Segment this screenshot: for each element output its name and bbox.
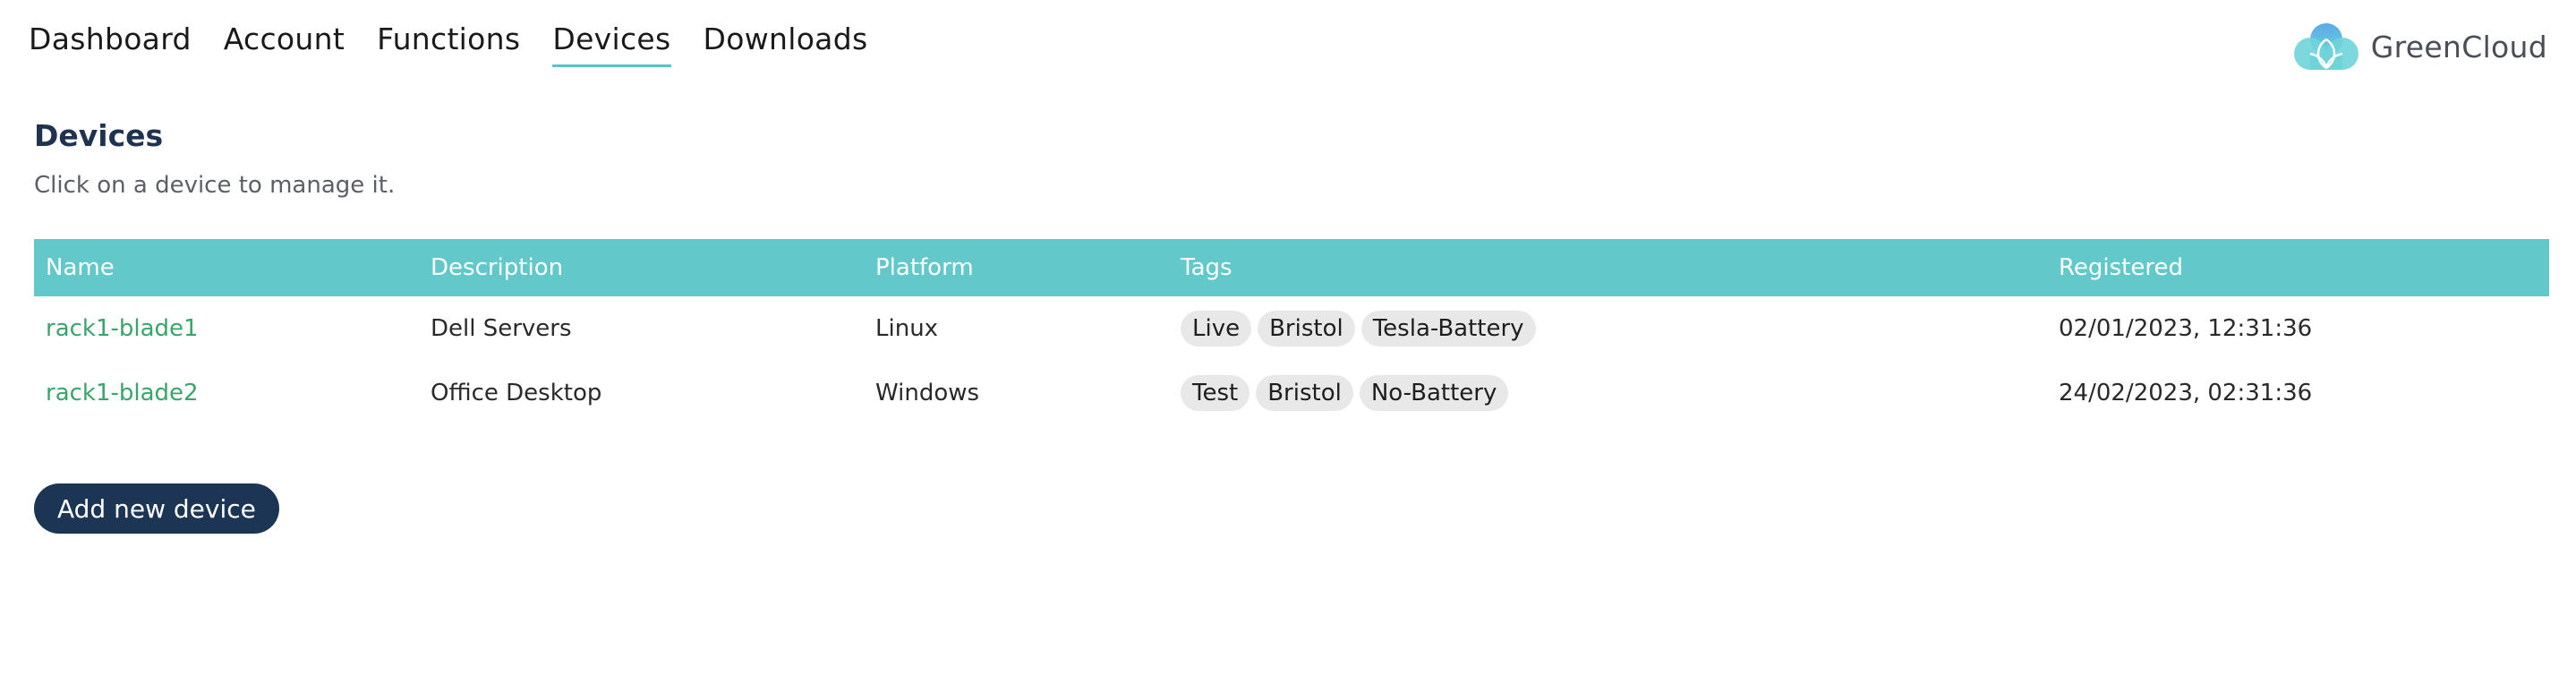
devices-table: Name Description Platform Tags Registere…	[34, 239, 2549, 425]
tab-account[interactable]: Account	[224, 22, 345, 67]
header-platform: Platform	[875, 254, 974, 281]
tag: Bristol	[1258, 311, 1355, 346]
cloud-logo-icon	[2293, 23, 2358, 70]
tag: Live	[1181, 311, 1252, 346]
top-navigation: Dashboard Account Functions Devices Down…	[0, 0, 2576, 81]
device-registered: 02/01/2023, 12:31:36	[2059, 315, 2313, 342]
device-description: Office Desktop	[431, 380, 602, 406]
tab-devices[interactable]: Devices	[552, 22, 671, 68]
add-new-device-button[interactable]: Add new device	[34, 483, 279, 534]
device-description: Dell Servers	[431, 315, 572, 342]
tag: Test	[1181, 375, 1250, 411]
device-link[interactable]: rack1-blade1	[46, 315, 199, 342]
device-tags: Test Bristol No-Battery	[1169, 361, 2047, 425]
table-row[interactable]: rack1-blade2 Office Desktop Windows Test…	[34, 361, 2549, 425]
header-registered: Registered	[2059, 254, 2183, 281]
device-platform: Windows	[875, 380, 980, 406]
tab-functions[interactable]: Functions	[377, 22, 520, 67]
device-link[interactable]: rack1-blade2	[46, 380, 199, 406]
page-title: Devices	[34, 118, 164, 153]
device-platform: Linux	[875, 315, 939, 342]
table-row[interactable]: rack1-blade1 Dell Servers Linux Live Bris…	[34, 296, 2549, 361]
device-tags: Live Bristol Tesla-Battery	[1169, 296, 2047, 361]
header-description: Description	[431, 254, 564, 281]
tab-dashboard[interactable]: Dashboard	[29, 22, 192, 67]
header-name: Name	[46, 254, 115, 281]
nav-tabs: Dashboard Account Functions Devices Down…	[29, 22, 900, 68]
brand[interactable]: GreenCloud	[2290, 20, 2547, 73]
brand-name: GreenCloud	[2370, 29, 2547, 64]
table-header: Name Description Platform Tags Registere…	[34, 239, 2549, 296]
tag: Tesla-Battery	[1361, 311, 1536, 346]
tag: No-Battery	[1359, 375, 1509, 411]
tab-downloads[interactable]: Downloads	[704, 22, 868, 67]
header-tags: Tags	[1181, 254, 1233, 281]
tag: Bristol	[1256, 375, 1353, 411]
page-subtitle: Click on a device to manage it.	[34, 172, 396, 199]
device-registered: 24/02/2023, 02:31:36	[2059, 380, 2313, 406]
